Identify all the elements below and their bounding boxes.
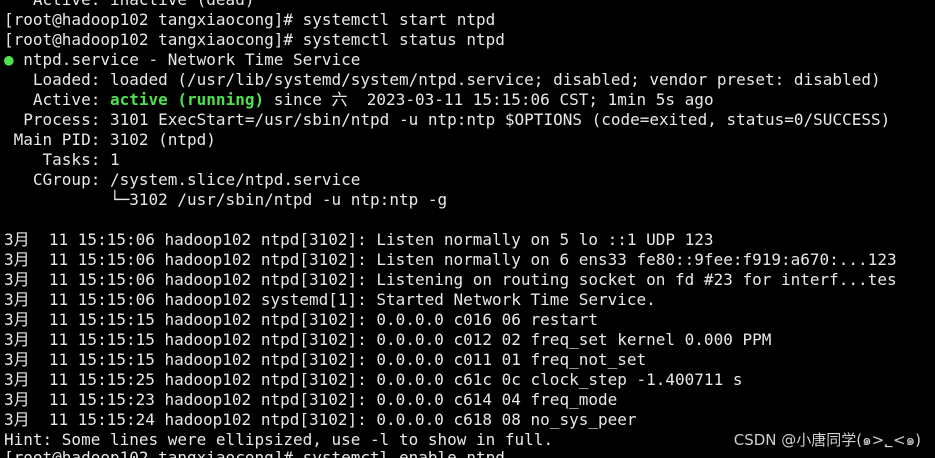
log-line: 3月 11 15:15:23 hadoop102 ntpd[3102]: 0.0… (4, 390, 618, 409)
active-line: Active: active (running) since 六 2023-03… (4, 90, 714, 110)
log-line: 3月 11 15:15:06 hadoop102 ntpd[3102]: Lis… (4, 270, 897, 289)
log-line: 3月 11 15:15:24 hadoop102 ntpd[3102]: 0.0… (4, 410, 637, 429)
status-dot-icon: ● (4, 50, 14, 69)
active-label: Active: (4, 90, 110, 109)
command-status-ntpd: [root@hadoop102 tangxiaocong]# systemctl… (4, 30, 505, 49)
log-line: 3月 11 15:15:06 hadoop102 ntpd[3102]: Lis… (4, 230, 714, 249)
command-start-ntpd: [root@hadoop102 tangxiaocong]# systemctl… (4, 10, 496, 29)
log-line: 3月 11 15:15:06 hadoop102 systemd[1]: Sta… (4, 290, 656, 309)
tasks-line: Tasks: 1 (4, 150, 120, 169)
service-title: ntpd.service - Network Time Service (13, 50, 361, 69)
log-line: 3月 11 15:15:15 hadoop102 ntpd[3102]: 0.0… (4, 350, 647, 369)
log-line: 3月 11 15:15:15 hadoop102 ntpd[3102]: 0.0… (4, 330, 772, 349)
process-line: Process: 3101 ExecStart=/usr/sbin/ntpd -… (4, 110, 891, 129)
loaded-line: Loaded: loaded (/usr/lib/systemd/system/… (4, 70, 881, 89)
cgroup-child-line: └─3102 /usr/sbin/ntpd -u ntp:ntp -g (4, 190, 448, 209)
active-status: active (running) (109, 90, 265, 109)
active-since: since 六 2023-03-11 15:15:06 CST; 1min 5s… (264, 90, 714, 109)
log-line: 3月 11 15:15:15 hadoop102 ntpd[3102]: 0.0… (4, 310, 598, 329)
service-header: ● ntpd.service - Network Time Service (4, 50, 360, 70)
csdn-watermark: CSDN @小唐同学(๑>؂<๑) (733, 431, 921, 449)
main-pid-line: Main PID: 3102 (ntpd) (4, 130, 216, 149)
log-line: 3月 11 15:15:06 hadoop102 ntpd[3102]: Lis… (4, 250, 897, 269)
log-line: 3月 11 15:15:25 hadoop102 ntpd[3102]: 0.0… (4, 370, 743, 389)
terminal-line-previous: Active: inactive (dead) (4, 0, 255, 10)
cgroup-line: CGroup: /system.slice/ntpd.service (4, 170, 361, 189)
terminal-window[interactable]: Active: inactive (dead) [root@hadoop102 … (0, 0, 935, 458)
terminal-line-next: [root@hadoop102 tangxiaocong]# systemctl… (4, 448, 505, 458)
hint-line: Hint: Some lines were ellipsized, use -l… (4, 430, 554, 449)
